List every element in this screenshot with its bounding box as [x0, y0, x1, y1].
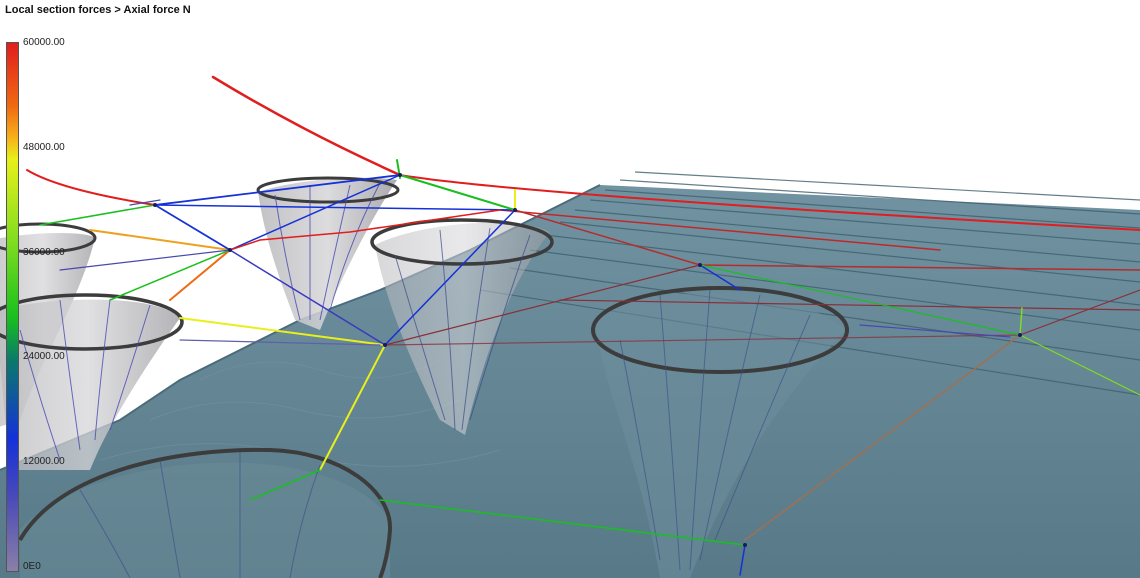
result-title: Local section forces > Axial force N [5, 4, 191, 16]
legend-tick: 24000.00 [23, 351, 65, 362]
legend-tick: 12000.00 [23, 456, 65, 467]
legend-tick-max: 60000.00 [23, 37, 65, 48]
node [1018, 333, 1022, 337]
node [698, 263, 702, 267]
node [398, 173, 402, 177]
node [743, 543, 747, 547]
node [153, 203, 157, 207]
legend-tick: 48000.00 [23, 142, 65, 153]
node [513, 208, 517, 212]
structure-model[interactable] [0, 0, 1140, 578]
legend-tick-min: 0E0 [23, 561, 41, 572]
node [228, 248, 232, 252]
node [383, 343, 387, 347]
3d-viewport[interactable]: Local section forces > Axial force N 600… [0, 0, 1140, 578]
legend-tick: 36000.00 [23, 247, 65, 258]
color-scale-bar [6, 42, 19, 572]
